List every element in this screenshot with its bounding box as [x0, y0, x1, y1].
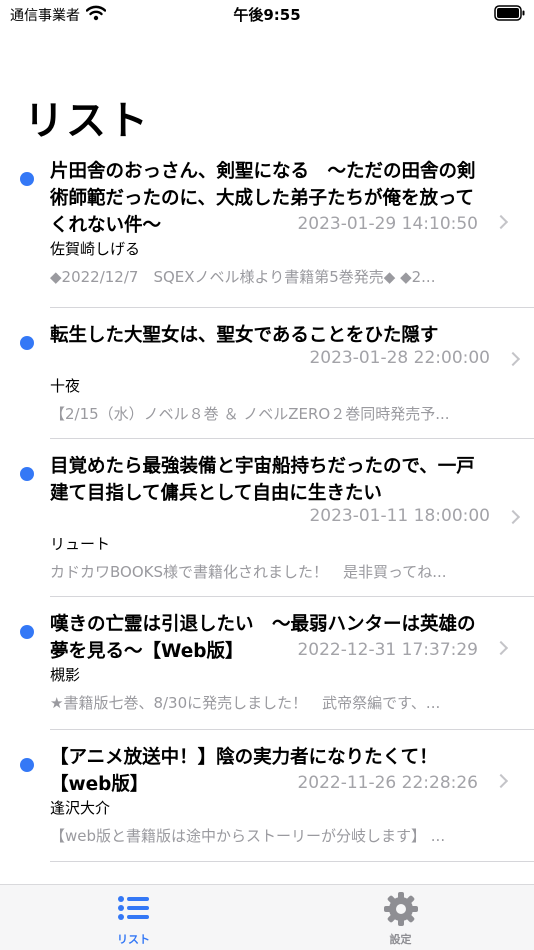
chevron-right-icon	[493, 773, 509, 789]
status-bar: 通信事業者 午後9:55	[0, 0, 534, 30]
tab-label: 設定	[389, 933, 412, 946]
item-snippet: カドカワBOOKS様で書籍化されました！ 是非買ってね...	[50, 563, 447, 581]
item-author: 佐賀崎しげる	[50, 240, 141, 258]
unread-dot	[20, 467, 34, 481]
list-icon	[117, 893, 151, 927]
chevron-right-icon	[505, 351, 521, 367]
item-snippet: 【web版と書籍版は途中からストーリーが分岐します】 ...	[50, 827, 446, 845]
status-time: 午後9:55	[233, 6, 301, 24]
item-title: 【アニメ放送中！】陰の実力者になりたくて！ 【web版】 2022-11-26 …	[50, 744, 534, 795]
item-author: リュート	[50, 535, 111, 553]
item-date: 2023-01-28 22:00:00	[309, 348, 490, 368]
unread-dot	[20, 758, 34, 772]
tab-label: リスト	[117, 933, 150, 946]
list-item[interactable]: 嘆きの亡霊は引退したい ～最弱ハンターは英雄の 夢を見る～【Web版】 2022…	[0, 597, 534, 730]
item-date: 2023-01-29 14:10:50	[297, 214, 478, 234]
item-title: 嘆きの亡霊は引退したい ～最弱ハンターは英雄の 夢を見る～【Web版】 2022…	[50, 611, 534, 662]
novel-list: 片田舎のおっさん、剣聖になる ～ただの田舎の剣 術師範だったのに、大成した弟子た…	[0, 158, 534, 862]
item-title: 転生した大聖女は、聖女であることをひた隠す	[50, 325, 439, 346]
list-item[interactable]: 【アニメ放送中！】陰の実力者になりたくて！ 【web版】 2022-11-26 …	[0, 730, 534, 862]
chevron-right-icon	[505, 509, 521, 525]
list-item[interactable]: 転生した大聖女は、聖女であることをひた隠す 2023-01-28 22:00:0…	[0, 308, 534, 439]
chevron-right-icon	[493, 640, 509, 656]
tab-settings[interactable]: 設定	[267, 885, 534, 950]
item-date: 2022-12-31 17:37:29	[297, 640, 478, 660]
item-snippet: ◆2022/12/7 SQEXノベル様より書籍第5巻発売◆ ◆2...	[50, 268, 436, 286]
tab-list[interactable]: リスト	[0, 885, 267, 950]
list-item[interactable]: 目覚めたら最強装備と宇宙船持ちだったので、一戸 建て目指して傭兵として自由に生き…	[0, 439, 534, 597]
item-snippet: ★書籍版七巻、8/30に発売しました！ 武帝祭編です、...	[50, 694, 441, 712]
unread-dot	[20, 625, 34, 639]
page-title: リスト	[24, 98, 150, 144]
item-author: 十夜	[50, 377, 81, 395]
battery-icon	[494, 5, 526, 25]
item-date: 2022-11-26 22:28:26	[297, 773, 478, 793]
unread-dot	[20, 172, 34, 186]
item-title: 目覚めたら最強装備と宇宙船持ちだったので、一戸 建て目指して傭兵として自由に生き…	[50, 456, 475, 504]
item-author: 逢沢大介	[50, 799, 111, 817]
gear-icon	[383, 891, 419, 931]
chevron-right-icon	[493, 214, 509, 230]
list-item[interactable]: 片田舎のおっさん、剣聖になる ～ただの田舎の剣 術師範だったのに、大成した弟子た…	[0, 158, 534, 308]
unread-dot	[20, 336, 34, 350]
item-title: 片田舎のおっさん、剣聖になる ～ただの田舎の剣 術師範だったのに、大成した弟子た…	[50, 158, 534, 236]
item-date: 2023-01-11 18:00:00	[309, 506, 490, 526]
tab-bar: リスト 設定	[0, 884, 534, 950]
item-snippet: 【2/15（水）ノベル８巻 ＆ ノベルZERO２巻同時発売予...	[50, 405, 450, 423]
item-author: 槻影	[50, 666, 81, 684]
